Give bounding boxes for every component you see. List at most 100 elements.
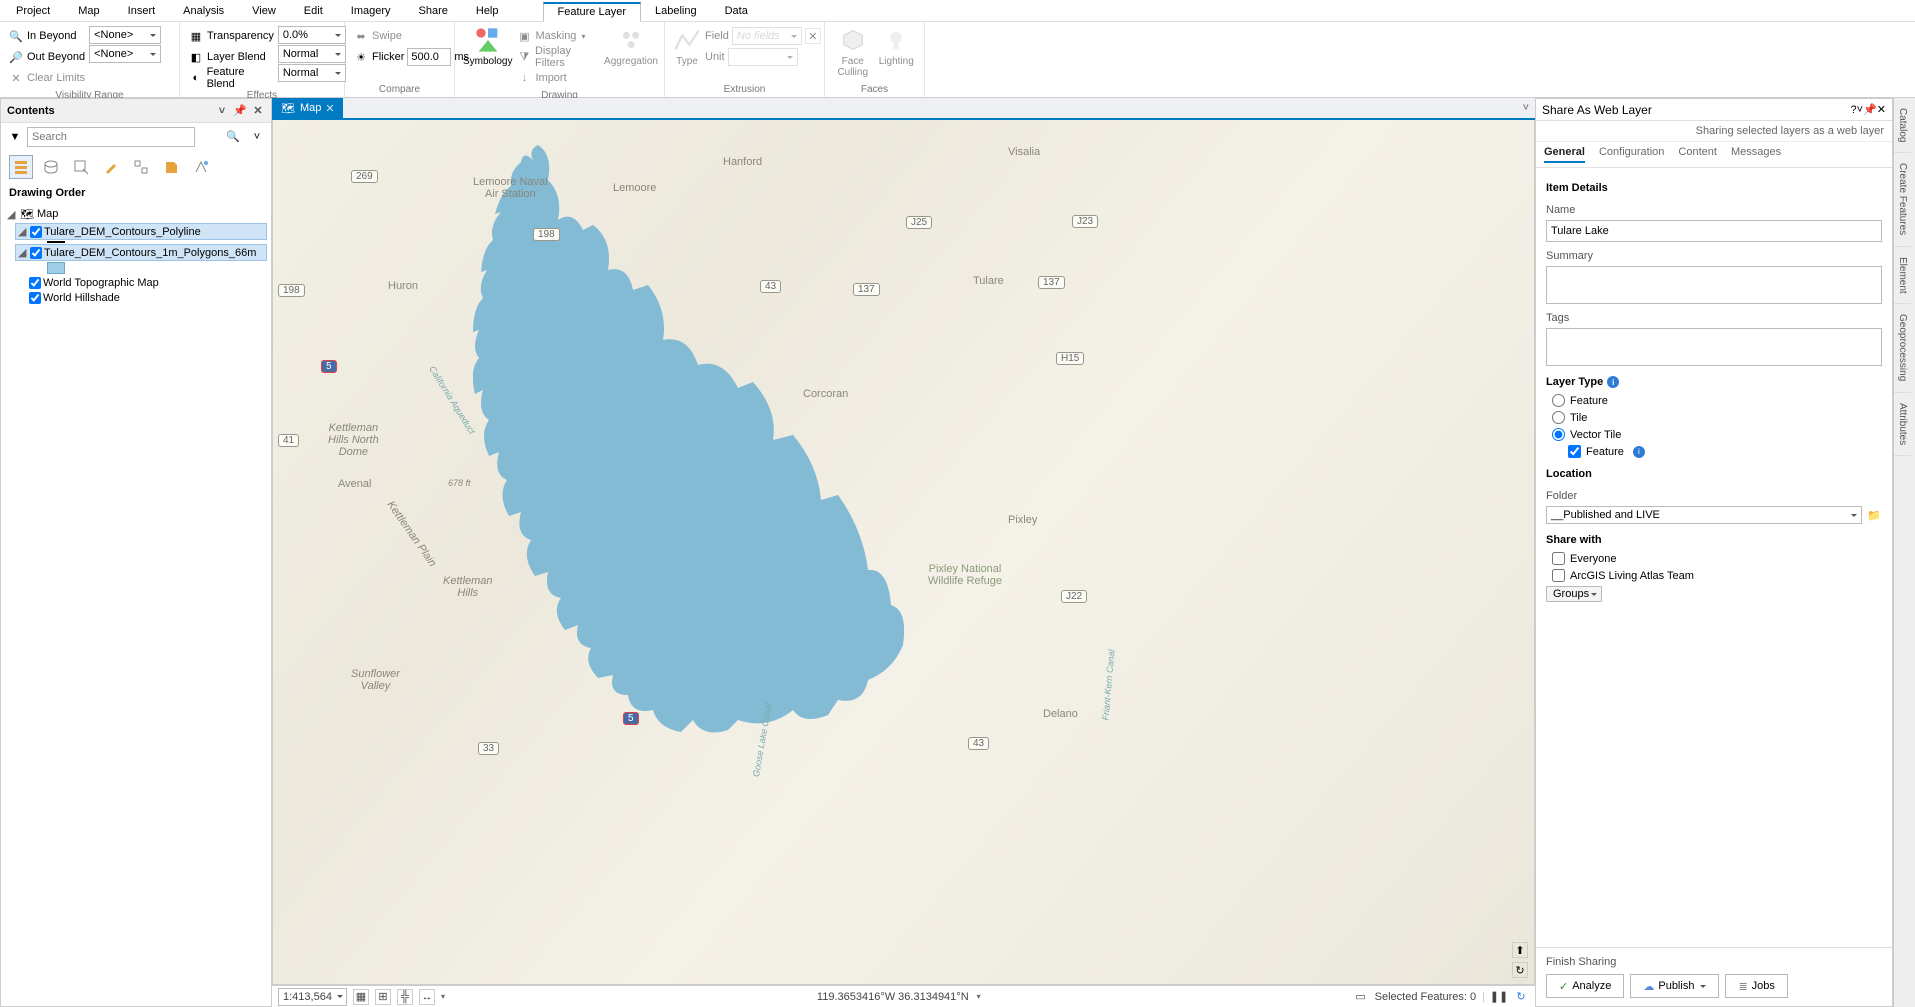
sb-constraints-dd-icon[interactable]: ▾: [441, 992, 445, 1001]
topo-visibility-checkbox[interactable]: [29, 277, 41, 289]
lighting-button[interactable]: Lighting: [877, 26, 917, 82]
list-drawing-order-button[interactable]: [9, 155, 33, 179]
assoc-feature-checkbox[interactable]: [1568, 445, 1581, 458]
list-selection-button[interactable]: [69, 155, 93, 179]
layer-topo[interactable]: World Topographic Map: [43, 277, 159, 289]
field-x-icon[interactable]: ✕: [805, 28, 821, 44]
context-tab-labeling[interactable]: Labeling: [641, 2, 711, 20]
sb-snap-icon[interactable]: ⊞: [375, 989, 391, 1005]
share-close-icon[interactable]: ✕: [1877, 103, 1886, 116]
clear-limits-label[interactable]: Clear Limits: [27, 72, 85, 84]
sb-grid-icon[interactable]: ▦: [353, 989, 369, 1005]
list-source-button[interactable]: [39, 155, 63, 179]
folder-browse-icon[interactable]: 📁: [1866, 507, 1882, 523]
menu-analysis[interactable]: Analysis: [169, 2, 238, 20]
layer-polyline[interactable]: Tulare_DEM_Contours_Polyline: [44, 226, 201, 238]
menu-help[interactable]: Help: [462, 2, 513, 20]
share-everyone-checkbox[interactable]: [1552, 552, 1565, 565]
face-culling-button[interactable]: Face Culling: [833, 26, 873, 82]
import-label[interactable]: Import: [535, 72, 566, 84]
layer-type-feature-radio[interactable]: [1552, 394, 1565, 407]
map-tab[interactable]: 🗺 Map ✕: [272, 98, 343, 118]
contents-search-input[interactable]: [27, 127, 195, 147]
search-icon[interactable]: 🔍: [226, 130, 240, 143]
folder-select[interactable]: __Published and LIVE: [1546, 506, 1862, 524]
menu-share[interactable]: Share: [405, 2, 462, 20]
summary-textarea[interactable]: [1546, 266, 1882, 304]
expand-map-icon[interactable]: ◢: [7, 208, 17, 221]
transparency-select[interactable]: 0.0%: [278, 26, 346, 44]
filter-icon[interactable]: ▼: [7, 129, 23, 145]
sb-guides-icon[interactable]: ╬: [397, 989, 413, 1005]
swipe-label[interactable]: Swipe: [372, 30, 402, 42]
polyline-visibility-checkbox[interactable]: [30, 226, 42, 238]
unit-select[interactable]: [728, 48, 798, 66]
display-filters-label[interactable]: Display Filters: [535, 45, 602, 69]
out-beyond-select[interactable]: <None>: [89, 45, 161, 63]
layer-type-info-icon[interactable]: i: [1607, 376, 1619, 388]
right-tab-element[interactable]: Element: [1894, 247, 1911, 305]
flicker-value-input[interactable]: [407, 48, 451, 66]
search-options-icon[interactable]: ˅: [249, 129, 265, 145]
layer-polygon[interactable]: Tulare_DEM_Contours_1m_Polygons_66m: [44, 247, 256, 259]
nav-toggle-icon[interactable]: ↻: [1512, 962, 1528, 978]
hillshade-visibility-checkbox[interactable]: [29, 292, 41, 304]
right-tab-geoprocessing[interactable]: Geoprocessing: [1894, 304, 1911, 392]
name-input[interactable]: [1546, 220, 1882, 242]
menu-imagery[interactable]: Imagery: [337, 2, 405, 20]
list-perspective-button[interactable]: [189, 155, 213, 179]
list-editing-button[interactable]: [99, 155, 123, 179]
share-tab-messages[interactable]: Messages: [1731, 146, 1781, 163]
share-pin-icon[interactable]: 📌: [1863, 103, 1877, 116]
masking-label[interactable]: Masking: [535, 30, 576, 42]
pause-drawing-icon[interactable]: ❚❚: [1491, 989, 1507, 1005]
layer-type-vector-tile-radio[interactable]: [1552, 428, 1565, 441]
polyline-symbol[interactable]: [47, 241, 65, 243]
layer-hillshade[interactable]: World Hillshade: [43, 292, 120, 304]
layer-blend-select[interactable]: Normal: [278, 45, 346, 63]
tags-textarea[interactable]: [1546, 328, 1882, 366]
layer-type-tile-radio[interactable]: [1552, 411, 1565, 424]
share-tab-general[interactable]: General: [1544, 146, 1585, 163]
menu-edit[interactable]: Edit: [290, 2, 337, 20]
in-beyond-select[interactable]: <None>: [89, 26, 161, 44]
aggregation-button[interactable]: Aggregation: [606, 26, 656, 88]
list-snapping-button[interactable]: [129, 155, 153, 179]
flicker-label[interactable]: Flicker: [372, 51, 404, 63]
map-view-menu-icon[interactable]: ˅: [1517, 98, 1535, 118]
share-living-atlas-checkbox[interactable]: [1552, 569, 1565, 582]
menu-insert[interactable]: Insert: [114, 2, 170, 20]
share-tab-configuration[interactable]: Configuration: [1599, 146, 1664, 163]
expand-polygon-icon[interactable]: ◢: [18, 246, 28, 259]
menu-map[interactable]: Map: [64, 2, 113, 20]
analyze-button[interactable]: ✓Analyze: [1546, 974, 1624, 998]
publish-button[interactable]: ☁Publish: [1630, 974, 1719, 998]
assoc-feature-info-icon[interactable]: i: [1633, 446, 1645, 458]
jobs-button[interactable]: ≣Jobs: [1725, 974, 1787, 998]
contents-close-icon[interactable]: ✕: [251, 104, 265, 118]
menu-project[interactable]: Project: [2, 2, 64, 20]
list-labeling-button[interactable]: [159, 155, 183, 179]
map-tab-close-icon[interactable]: ✕: [325, 102, 334, 115]
menu-view[interactable]: View: [238, 2, 290, 20]
nav-north-icon[interactable]: ⬆: [1512, 942, 1528, 958]
share-tab-content[interactable]: Content: [1678, 146, 1717, 163]
refresh-icon[interactable]: ↻: [1513, 989, 1529, 1005]
share-groups-select[interactable]: Groups: [1546, 586, 1602, 602]
contents-dropdown-icon[interactable]: ˅: [215, 104, 229, 118]
contents-pin-icon[interactable]: 📌: [233, 104, 247, 118]
polygon-symbol[interactable]: [47, 262, 65, 274]
polygon-visibility-checkbox[interactable]: [30, 247, 42, 259]
map-viewport[interactable]: Lemoore Naval Air Station Lemoore Hanfor…: [272, 120, 1535, 985]
field-select[interactable]: No fields: [732, 27, 802, 45]
expand-polyline-icon[interactable]: ◢: [18, 225, 28, 238]
symbology-button[interactable]: Symbology: [463, 26, 512, 88]
coord-dd-icon[interactable]: ▾: [977, 992, 981, 1001]
right-tab-create-features[interactable]: Create Features: [1894, 153, 1911, 246]
context-tab-data[interactable]: Data: [711, 2, 762, 20]
type-button[interactable]: Type: [673, 26, 701, 82]
context-tab-feature-layer[interactable]: Feature Layer: [543, 2, 641, 22]
right-tab-catalog[interactable]: Catalog: [1894, 98, 1911, 153]
sb-constraints-icon[interactable]: ↔: [419, 989, 435, 1005]
right-tab-attributes[interactable]: Attributes: [1894, 393, 1911, 456]
